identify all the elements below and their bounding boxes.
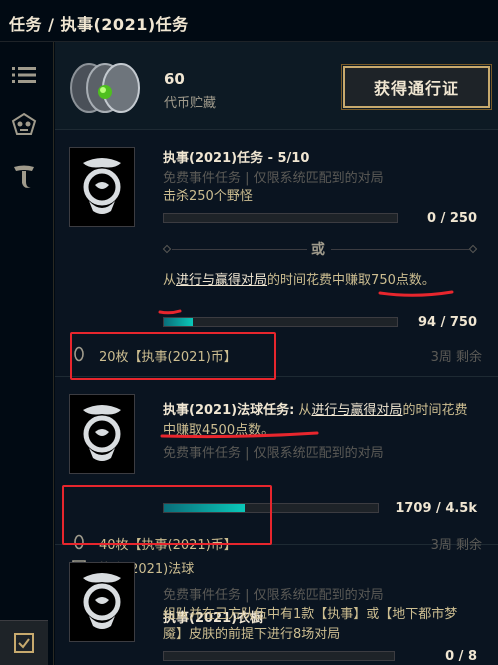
progress-fill: [164, 318, 194, 326]
objective-middle: 的时间花费中: [267, 273, 346, 288]
mission-title-bold: 执事(2021)法球任务:: [163, 403, 295, 418]
crest-icon: [69, 394, 135, 474]
divider-diamond: [162, 244, 172, 254]
objective-suffix: 赚取4500点数。: [176, 423, 275, 438]
objective-link[interactable]: 进行与赢得对局: [311, 403, 402, 418]
title-bar: 任务 / 执事(2021)任务: [0, 0, 498, 42]
highlight-box: [62, 485, 272, 545]
highlight-box: [70, 332, 276, 380]
progress-bar: [163, 317, 398, 327]
progress-count: 94 / 750: [417, 315, 477, 330]
divider-line: [172, 249, 307, 250]
page-title: 任务 / 执事(2021)任务: [9, 15, 189, 34]
mission-subtitle: 免费事件任务 | 仅限系统匹配到的对局: [163, 446, 384, 461]
progress-bar: [163, 213, 398, 223]
mission-title: 执事(2021)法球任务: 从进行与赢得对局的时间花费中赚取4500点数。: [163, 401, 473, 441]
progress-count: 0 / 250: [427, 211, 477, 226]
mission-title: 执事(2021)任务 - 5/10: [163, 151, 310, 166]
objective-prefix: 从: [298, 403, 312, 418]
list-icon[interactable]: [9, 60, 39, 90]
progress-count: 1709 / 4.5k: [395, 501, 477, 516]
divider-line: [331, 249, 469, 250]
or-label: 或: [311, 242, 325, 258]
progress-count: 0 / 8: [445, 649, 477, 664]
checklist-icon[interactable]: [0, 620, 48, 665]
sidebar: [0, 42, 54, 665]
currency-bar: 60 代币贮藏 获得通行证: [55, 42, 498, 130]
progress-bar: [163, 651, 395, 661]
crest-icon: [69, 147, 135, 227]
tft-icon[interactable]: [9, 162, 39, 192]
objective-text: 组队并在己方队伍中有1款【执事】或【地下都市梦魇】皮肤的前提下进行8场对局: [163, 607, 458, 642]
objective-text: 击杀250个野怪: [163, 189, 253, 204]
time-remaining: 3周 剩余: [430, 350, 482, 365]
ward-skull-icon[interactable]: [9, 110, 39, 140]
get-pass-button[interactable]: 获得通行证: [341, 64, 492, 110]
divider-diamond: [468, 244, 478, 254]
token-stack-icon: [67, 60, 147, 116]
token-label: 代币贮藏: [164, 96, 217, 111]
mission-subtitle: 免费事件任务 | 仅限系统匹配到的对局: [163, 171, 384, 186]
objective-prefix: 从: [163, 273, 177, 288]
crest-icon: [69, 562, 135, 642]
objective-link[interactable]: 进行与赢得对局: [176, 273, 267, 288]
objective-text: 从进行与赢得对局的时间花费中赚取750点数。: [163, 271, 463, 291]
token-amount: 60: [164, 70, 185, 88]
objective-suffix: 赚取750点数。: [345, 273, 435, 288]
mission-subtitle: 免费事件任务 | 仅限系统匹配到的对局: [163, 588, 384, 603]
